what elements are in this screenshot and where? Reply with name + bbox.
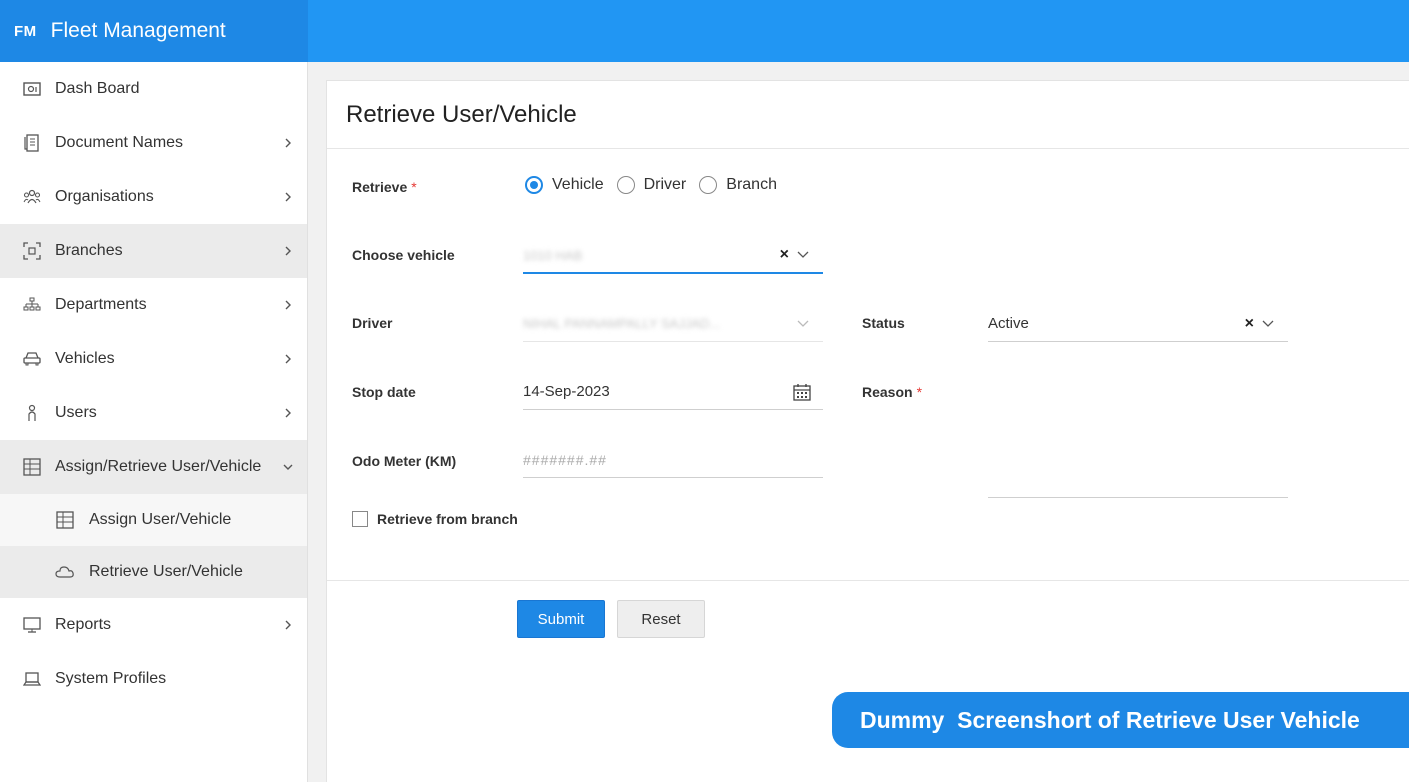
sidebar-subitem-label: Retrieve User/Vehicle [89, 563, 243, 580]
reset-button[interactable]: Reset [617, 600, 705, 638]
sidebar-item-reports[interactable]: Reports [0, 598, 307, 652]
sidebar-item-users[interactable]: Users [0, 386, 307, 440]
retrieve-from-branch-checkbox[interactable] [352, 511, 368, 527]
retrieve-from-branch-option[interactable]: Retrieve from branch [352, 511, 518, 527]
hierarchy-icon [22, 295, 42, 315]
chevron-right-icon [285, 246, 291, 256]
choose-vehicle-label: Choose vehicle [352, 247, 455, 263]
driver-select[interactable]: NIHAL PANNAMPALLY SAJJAD... [523, 306, 823, 342]
grid-icon [55, 510, 75, 530]
sidebar-subitem-label: Assign User/Vehicle [89, 511, 232, 528]
chevron-right-icon [285, 408, 291, 418]
sidebar-item-label: Document Names [55, 134, 184, 151]
sidebar: Dash Board Document Names Organisations … [0, 62, 308, 782]
sidebar-item-label: System Profiles [55, 670, 167, 687]
sidebar-subitem-assign[interactable]: Assign User/Vehicle [0, 494, 307, 546]
odo-meter-label: Odo Meter (KM) [352, 453, 457, 469]
chevron-down-icon[interactable] [797, 320, 809, 328]
choose-vehicle-value: 1010 HAB [523, 247, 583, 263]
app-title: Fleet Management [50, 19, 226, 42]
clear-icon[interactable]: × [780, 246, 789, 264]
sidebar-subitem-retrieve[interactable]: Retrieve User/Vehicle [0, 546, 307, 598]
sidebar-item-organisations[interactable]: Organisations [0, 170, 307, 224]
page-title: Retrieve User/Vehicle [327, 81, 1409, 149]
sidebar-item-dashboard[interactable]: Dash Board [0, 62, 307, 116]
chevron-right-icon [285, 620, 291, 630]
chevron-down-icon[interactable] [797, 251, 809, 259]
sidebar-item-assign-retrieve[interactable]: Assign/Retrieve User/Vehicle [0, 440, 307, 494]
form-footer-divider [327, 580, 1409, 581]
chevron-right-icon [285, 300, 291, 310]
sidebar-item-system-profiles[interactable]: System Profiles [0, 652, 307, 706]
sidebar-item-label: Vehicles [55, 350, 115, 367]
user-icon [22, 403, 42, 423]
radio-driver[interactable]: Driver [616, 176, 686, 194]
chevron-right-icon [285, 192, 291, 202]
driver-label: Driver [352, 315, 393, 331]
submenu-assign-retrieve: Assign User/Vehicle Retrieve User/Vehicl… [0, 494, 307, 598]
dummy-screenshot-banner: Dummy Screenshort of Retrieve User Vehic… [832, 692, 1409, 748]
document-icon [22, 133, 42, 153]
retrieve-radio-group: Vehicle Driver Branch [525, 176, 790, 194]
brand-logo: FM [14, 22, 37, 40]
brand[interactable]: FM Fleet Management [0, 0, 308, 62]
submit-button[interactable]: Submit [517, 600, 605, 638]
driver-value: NIHAL PANNAMPALLY SAJJAD... [523, 316, 721, 331]
stop-date-value: 14-Sep-2023 [523, 383, 610, 400]
radio-vehicle[interactable]: Vehicle [525, 176, 604, 194]
retrieve-form-card: Retrieve User/Vehicle Retrieve * Vehicle … [326, 80, 1409, 782]
laptop-icon [22, 669, 42, 689]
radio-branch[interactable]: Branch [699, 176, 777, 194]
status-value: Active [988, 315, 1029, 332]
branch-icon [22, 241, 42, 261]
monitor-icon [22, 615, 42, 635]
required-marker: * [411, 179, 417, 195]
sidebar-item-label: Users [55, 404, 97, 421]
odo-meter-placeholder: #######.## [523, 451, 607, 468]
retrieve-from-branch-label: Retrieve from branch [377, 511, 518, 527]
dashboard-icon [22, 79, 42, 99]
reason-label: Reason * [862, 384, 923, 400]
sidebar-item-label: Dash Board [55, 80, 140, 97]
reason-textarea[interactable] [988, 381, 1288, 498]
sidebar-item-label: Reports [55, 616, 112, 633]
stop-date-label: Stop date [352, 384, 416, 400]
organisations-icon [22, 187, 42, 207]
retrieve-label: Retrieve * [352, 179, 417, 195]
sidebar-item-departments[interactable]: Departments [0, 278, 307, 332]
radio-button[interactable] [699, 176, 718, 194]
required-marker: * [916, 384, 923, 400]
sidebar-item-branches[interactable]: Branches [0, 224, 307, 278]
status-select[interactable]: Active × [988, 306, 1288, 342]
sidebar-item-label: Organisations [55, 188, 154, 205]
stop-date-input[interactable]: 14-Sep-2023 [523, 374, 823, 410]
grid-icon [22, 457, 42, 477]
chevron-right-icon [285, 354, 291, 364]
choose-vehicle-select[interactable]: 1010 HAB × [523, 238, 823, 274]
sidebar-item-document-names[interactable]: Document Names [0, 116, 307, 170]
radio-button[interactable] [616, 176, 635, 194]
cloud-icon [55, 562, 75, 582]
clear-icon[interactable]: × [1245, 315, 1254, 333]
chevron-down-icon [283, 464, 293, 470]
sidebar-item-vehicles[interactable]: Vehicles [0, 332, 307, 386]
radio-button-checked[interactable] [525, 176, 543, 194]
status-label: Status [862, 315, 905, 331]
odo-meter-input[interactable]: #######.## [523, 442, 823, 478]
chevron-down-icon[interactable] [1262, 320, 1274, 328]
calendar-icon[interactable] [793, 383, 811, 401]
chevron-right-icon [285, 138, 291, 148]
sidebar-item-label: Assign/Retrieve User/Vehicle [55, 458, 262, 475]
car-icon [22, 349, 42, 369]
sidebar-item-label: Departments [55, 296, 147, 313]
sidebar-item-label: Branches [55, 242, 123, 259]
